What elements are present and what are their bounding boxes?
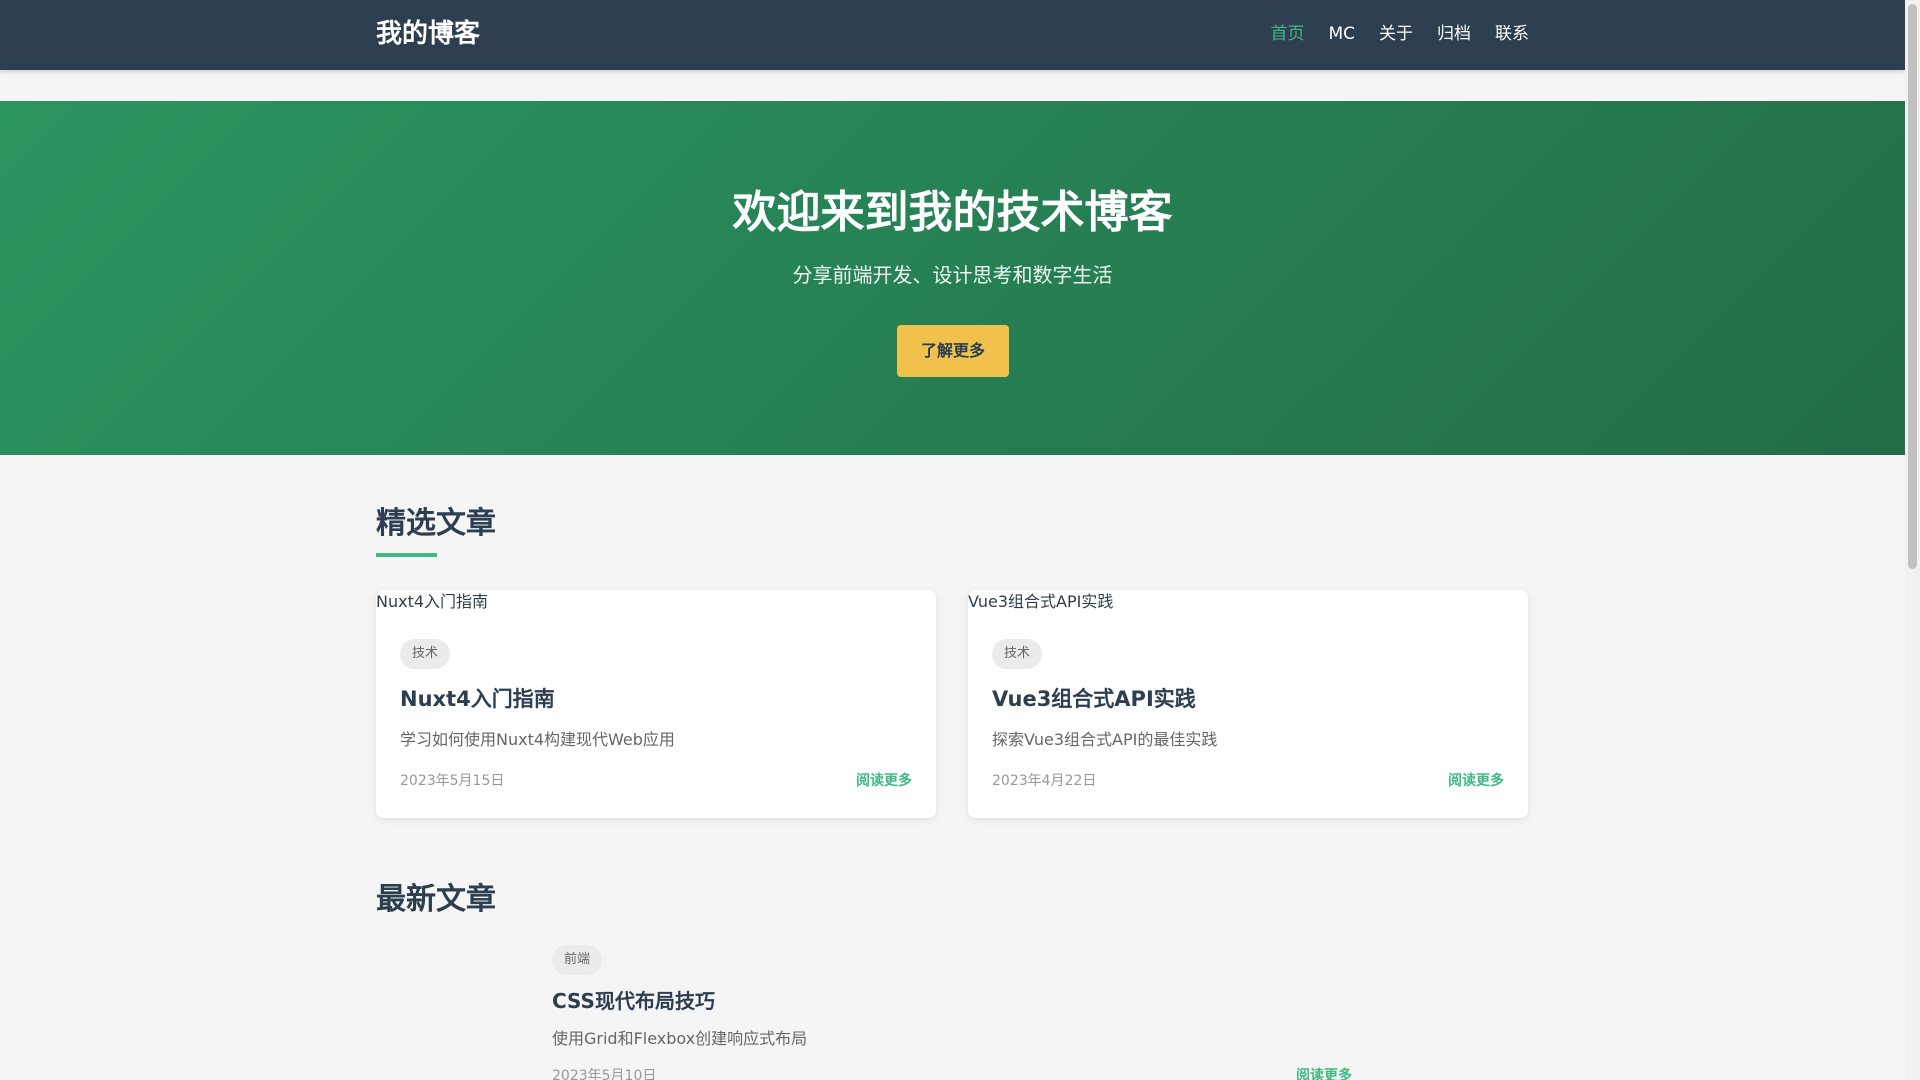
card-title[interactable]: Vue3组合式API实践 bbox=[992, 684, 1196, 714]
card-tag: 技术 bbox=[992, 639, 1043, 669]
card-tag: 技术 bbox=[400, 639, 451, 669]
nav-item-about[interactable]: 关于 bbox=[1379, 22, 1413, 46]
featured-card[interactable]: Vue3组合式API实践 技术 Vue3组合式API实践 探索Vue3组合式AP… bbox=[968, 590, 1528, 818]
learn-more-button[interactable]: 了解更多 bbox=[897, 325, 1009, 377]
latest-post[interactable]: 前端 CSS现代布局技巧 使用Grid和Flexbox创建响应式布局 2023年… bbox=[376, 940, 1356, 1080]
main-nav: 首页 MC 关于 归档 联系 bbox=[1270, 22, 1529, 46]
page: 我的博客 首页 MC 关于 归档 联系 欢迎来到我的技术博客 分享前端开发、设计… bbox=[0, 0, 1905, 1080]
card-date: 2023年4月22日 bbox=[992, 773, 1097, 789]
featured-heading-underline bbox=[376, 553, 437, 557]
site-logo[interactable]: 我的博客 bbox=[376, 17, 480, 51]
card-image[interactable]: Vue3组合式API实践 bbox=[968, 590, 1113, 614]
card-excerpt: 学习如何使用Nuxt4构建现代Web应用 bbox=[400, 730, 675, 749]
hero-title: 欢迎来到我的技术博客 bbox=[732, 187, 1173, 238]
nav-item-mc[interactable]: MC bbox=[1328, 22, 1355, 46]
vertical-scrollbar[interactable] bbox=[1905, 0, 1920, 1080]
nav-item-contact[interactable]: 联系 bbox=[1495, 22, 1529, 46]
card-title[interactable]: Nuxt4入门指南 bbox=[400, 684, 555, 714]
card-excerpt: 探索Vue3组合式API的最佳实践 bbox=[992, 730, 1218, 749]
hero-subtitle: 分享前端开发、设计思考和数字生活 bbox=[792, 263, 1113, 287]
post-tag: 前端 bbox=[552, 945, 603, 975]
latest-heading: 最新文章 bbox=[376, 882, 496, 917]
featured-heading: 精选文章 bbox=[376, 506, 496, 541]
navbar: 我的博客 首页 MC 关于 归档 联系 bbox=[0, 0, 1905, 70]
post-date: 2023年5月10日 bbox=[552, 1068, 657, 1080]
nav-item-archive[interactable]: 归档 bbox=[1437, 22, 1471, 46]
read-more-link[interactable]: 阅读更多 bbox=[1448, 771, 1504, 791]
featured-card[interactable]: Nuxt4入门指南 技术 Nuxt4入门指南 学习如何使用Nuxt4构建现代We… bbox=[376, 590, 936, 818]
read-more-link[interactable]: 阅读更多 bbox=[1296, 1066, 1352, 1080]
nav-item-home[interactable]: 首页 bbox=[1270, 22, 1304, 46]
scrollbar-thumb[interactable] bbox=[1908, 4, 1917, 569]
read-more-link[interactable]: 阅读更多 bbox=[856, 771, 912, 791]
hero-banner: 欢迎来到我的技术博客 分享前端开发、设计思考和数字生活 了解更多 bbox=[0, 101, 1905, 455]
card-image[interactable]: Nuxt4入门指南 bbox=[376, 590, 488, 614]
post-excerpt: 使用Grid和Flexbox创建响应式布局 bbox=[552, 1029, 808, 1048]
card-date: 2023年5月15日 bbox=[400, 773, 505, 789]
post-title[interactable]: CSS现代布局技巧 bbox=[552, 986, 715, 1016]
